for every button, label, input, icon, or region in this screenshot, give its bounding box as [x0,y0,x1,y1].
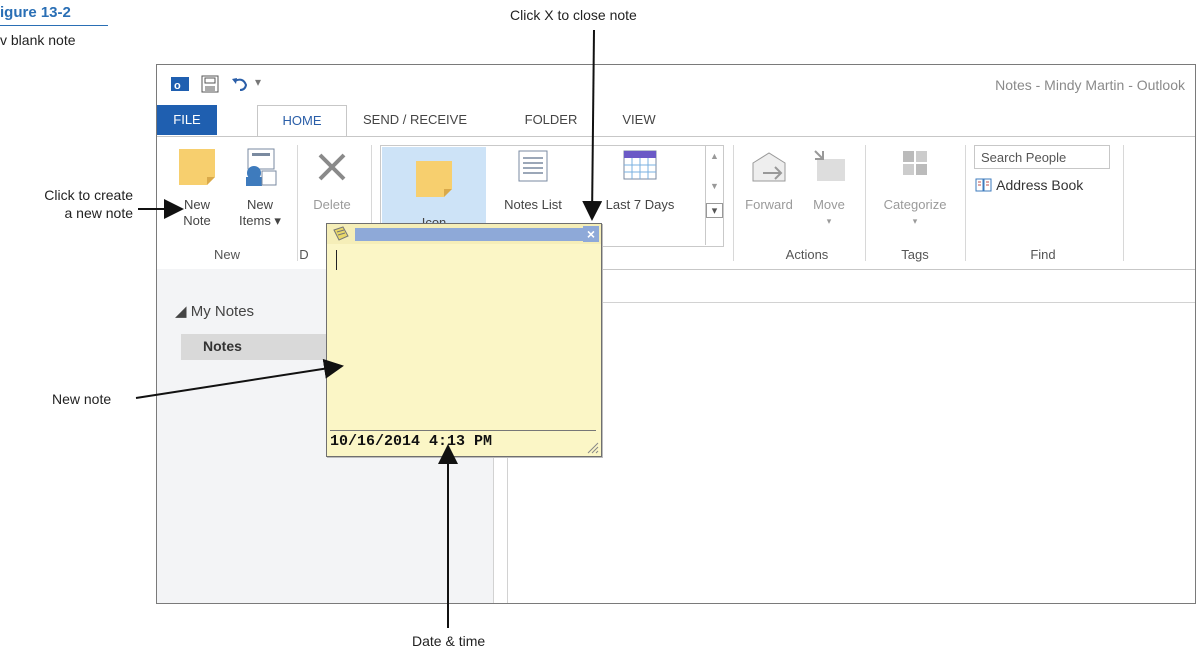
arrow-new-note [135,358,344,399]
annotation-arrows [135,29,603,628]
arrow-close-note [582,29,603,221]
